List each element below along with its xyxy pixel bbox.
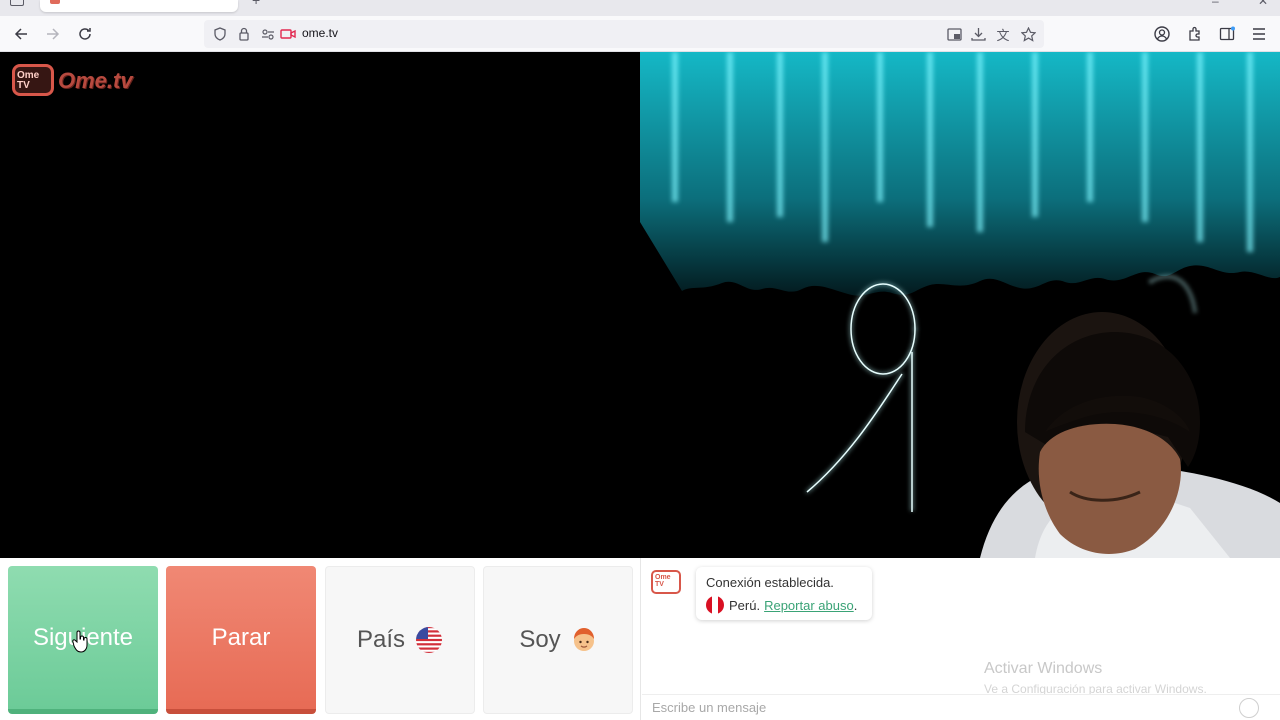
report-abuse-link[interactable]: Reportar abuso bbox=[764, 598, 854, 613]
reload-icon[interactable] bbox=[75, 24, 95, 44]
peru-flag-icon bbox=[706, 596, 724, 614]
control-panel: Siguiente Parar País Soy bbox=[0, 558, 640, 720]
tab-strip: + – ✕ bbox=[0, 0, 1280, 16]
minimize-icon[interactable]: – bbox=[1212, 0, 1219, 8]
chat-panel: Ome TV Conexión establecida. Perú. Repor… bbox=[640, 558, 1280, 720]
forward-icon[interactable] bbox=[43, 24, 63, 44]
ometv-chat-logo-icon: Ome TV bbox=[651, 570, 681, 594]
extensions-icon[interactable] bbox=[1186, 25, 1204, 43]
back-icon[interactable] bbox=[11, 24, 31, 44]
stop-button[interactable]: Parar bbox=[166, 566, 316, 714]
sidebar-icon[interactable] bbox=[1218, 25, 1236, 43]
boy-avatar-icon bbox=[573, 628, 594, 651]
app-menu-icon[interactable] bbox=[1250, 25, 1268, 43]
tracking-shield-icon[interactable] bbox=[212, 26, 228, 42]
url-text: ome.tv bbox=[302, 26, 339, 40]
close-window-icon[interactable]: ✕ bbox=[1258, 0, 1268, 8]
local-video-pane: Ome TV Ome.tv bbox=[0, 52, 640, 558]
browser-tab-active[interactable] bbox=[40, 0, 238, 12]
save-page-icon[interactable] bbox=[970, 26, 986, 42]
mouse-cursor-icon bbox=[72, 630, 88, 653]
camera-sharing-icon[interactable] bbox=[280, 26, 296, 42]
address-bar[interactable]: ome.tv 文 bbox=[204, 20, 1044, 48]
us-flag-icon bbox=[416, 627, 443, 653]
stop-button-label: Parar bbox=[211, 623, 271, 651]
lock-icon[interactable] bbox=[236, 26, 252, 42]
partner-country-text: Perú. bbox=[729, 597, 761, 613]
account-icon[interactable] bbox=[1153, 25, 1171, 43]
tab-list-icon[interactable] bbox=[10, 0, 24, 6]
system-message: Conexión establecida. Perú. Reportar abu… bbox=[696, 567, 872, 620]
emoji-icon[interactable] bbox=[1239, 698, 1259, 718]
gender-button-label: Soy bbox=[519, 626, 561, 653]
bookmark-star-icon[interactable] bbox=[1020, 26, 1036, 42]
picture-in-picture-icon[interactable] bbox=[946, 26, 962, 42]
permissions-icon[interactable] bbox=[260, 26, 276, 42]
navigation-bar: ome.tv 文 bbox=[0, 16, 1280, 52]
message-input[interactable] bbox=[642, 694, 1280, 720]
country-button-label: País bbox=[356, 626, 406, 653]
translate-icon[interactable]: 文 bbox=[995, 26, 1011, 43]
country-filter-button[interactable]: País bbox=[325, 566, 475, 714]
remote-video-frame bbox=[640, 52, 1280, 558]
remote-video-pane bbox=[640, 52, 1280, 558]
ometv-logo[interactable]: Ome TV Ome.tv bbox=[12, 60, 136, 100]
logo-wordmark: Ome.tv bbox=[58, 68, 133, 93]
new-tab-icon[interactable]: + bbox=[252, 0, 260, 8]
tv-logo-icon: Ome TV bbox=[12, 64, 54, 96]
connection-status-text: Conexión establecida. bbox=[706, 575, 834, 590]
gender-button[interactable]: Soy bbox=[483, 566, 633, 714]
tab-favicon-icon bbox=[50, 0, 60, 4]
report-link-suffix: . bbox=[853, 597, 858, 613]
windows-activation-title: Activar Windows bbox=[984, 660, 1103, 677]
